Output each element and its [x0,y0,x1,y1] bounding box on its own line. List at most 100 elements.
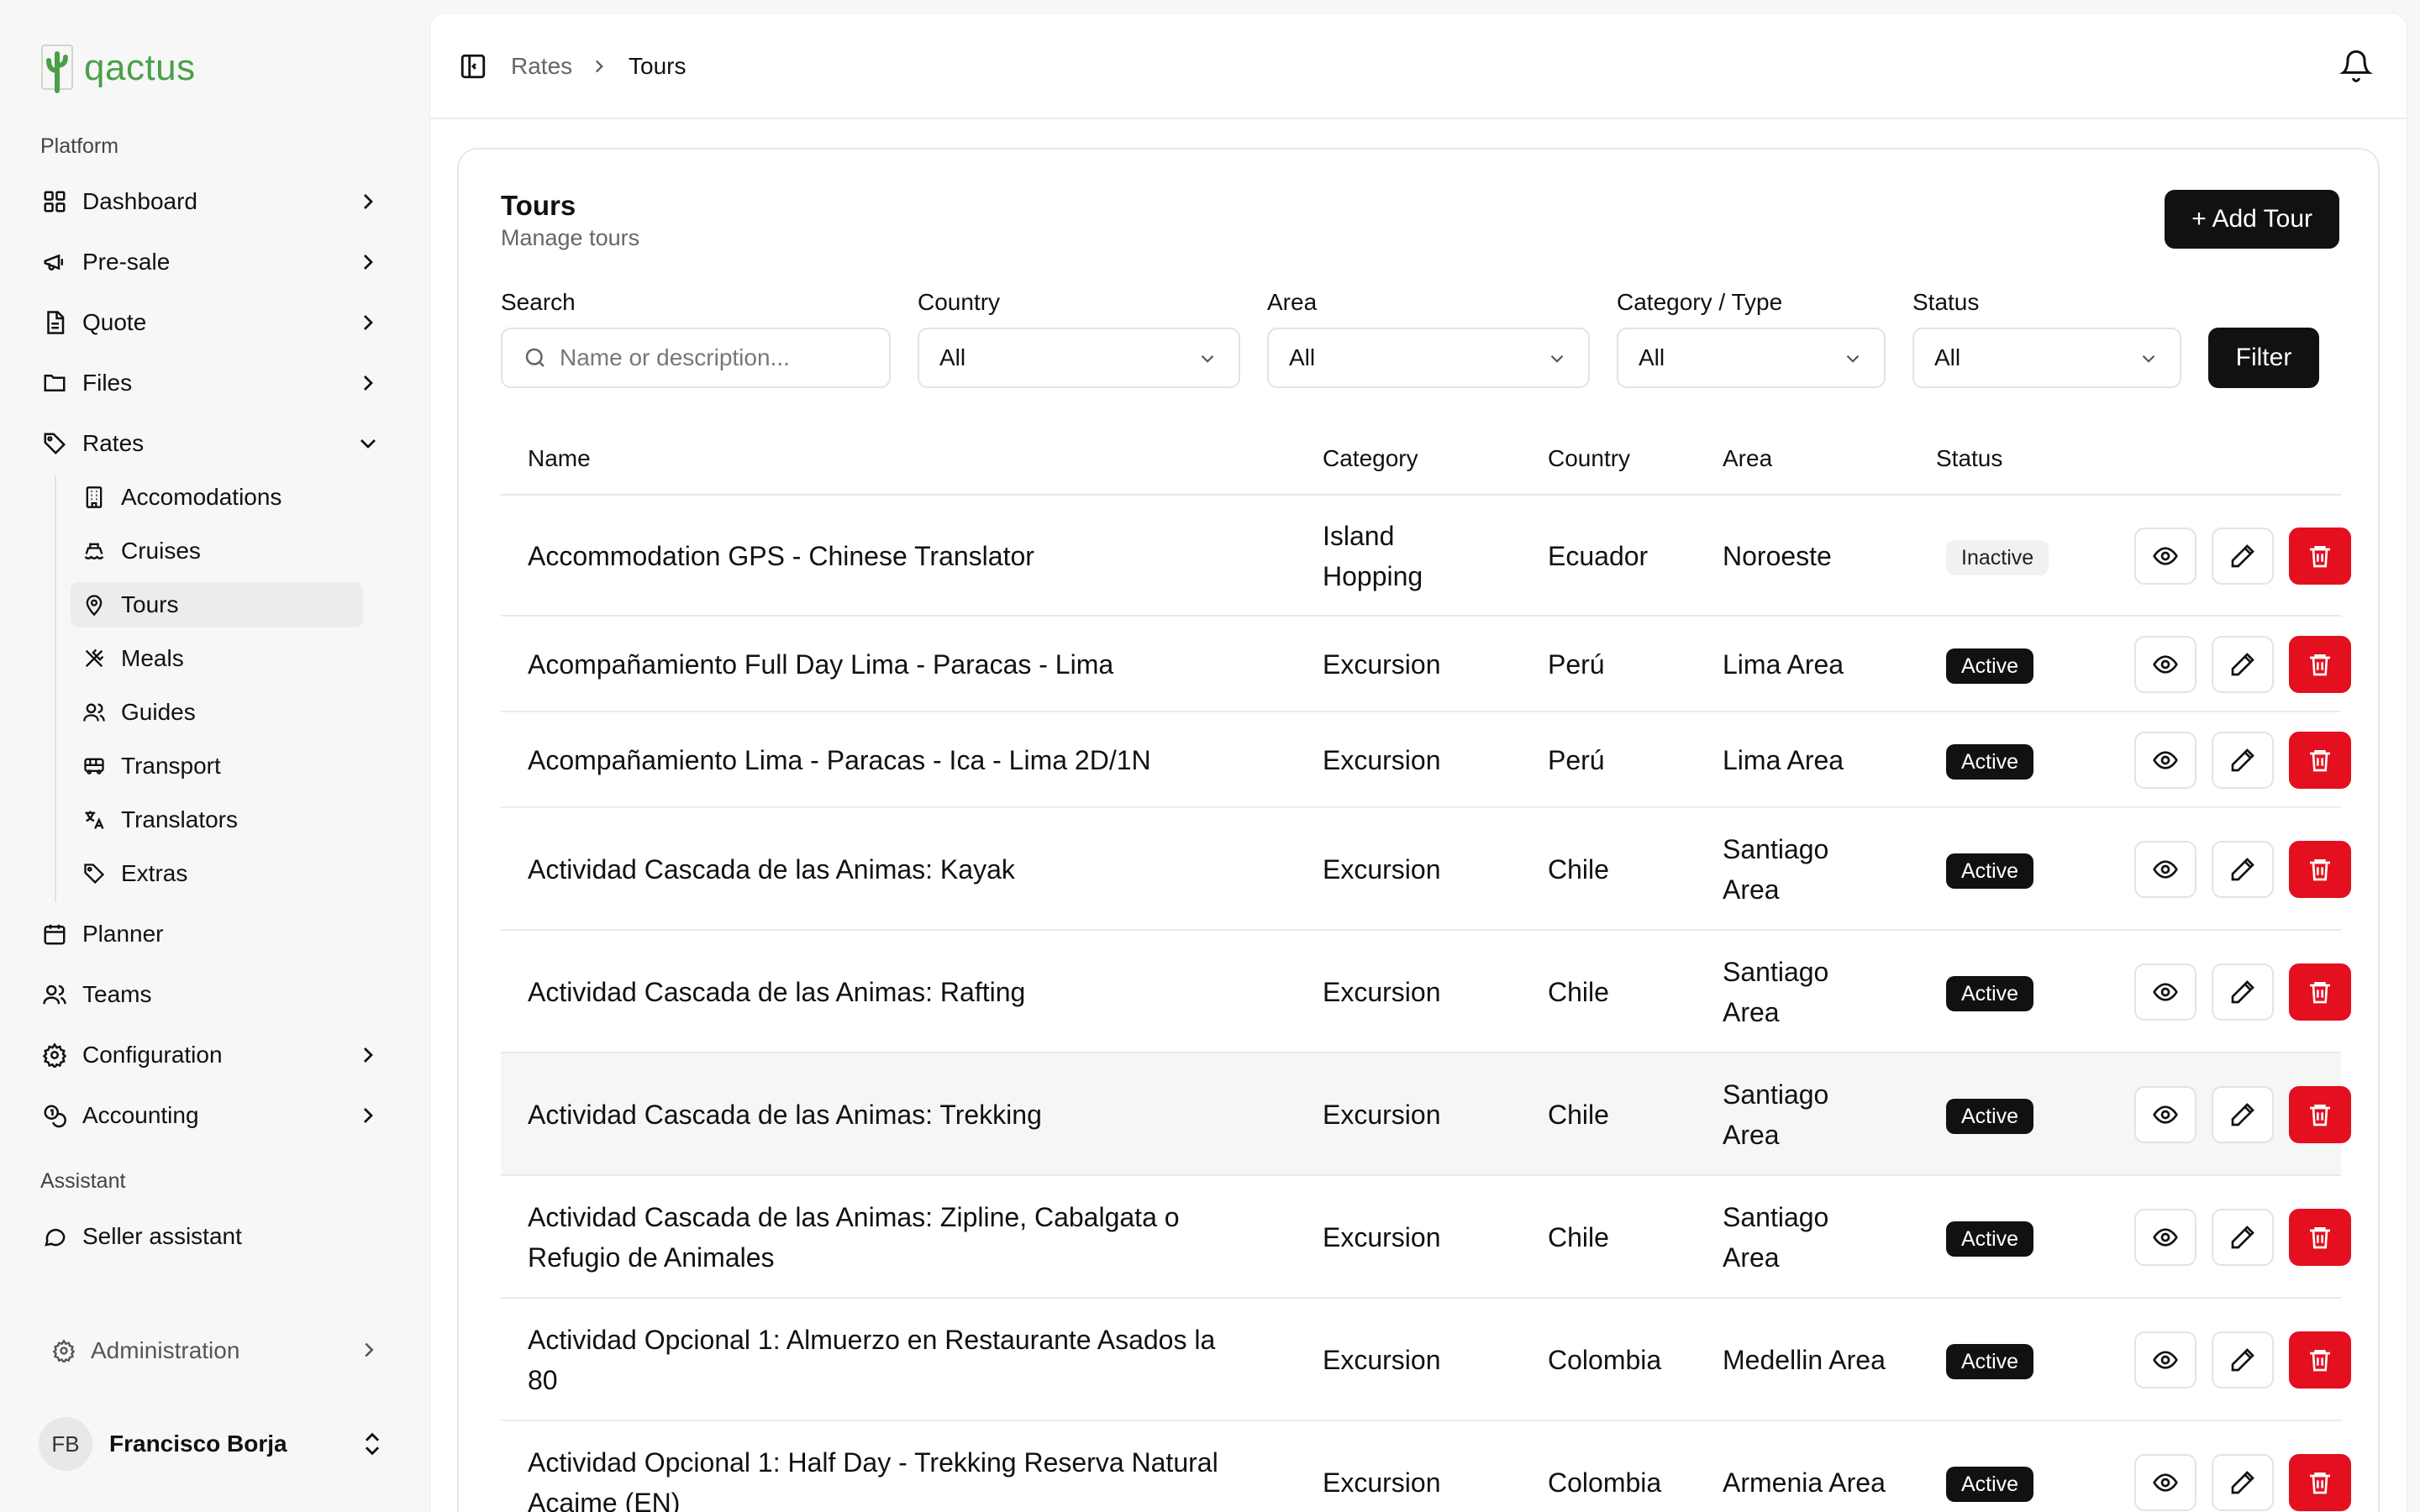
sidebar-subitem-extras[interactable]: Extras [71,851,363,896]
sidebar-item-accounting[interactable]: Accounting [27,1090,398,1141]
sidebar-item-quote[interactable]: Quote [27,297,398,348]
table-row[interactable]: Actividad Cascada de las Animas: Trekkin… [501,1053,2351,1176]
view-button[interactable] [2134,732,2196,789]
sidebar-item-label: Seller assistant [82,1223,242,1249]
delete-button[interactable] [2289,1086,2351,1143]
page-title: Tours [501,190,576,221]
add-tour-button[interactable]: + Add Tour [2165,190,2339,249]
table-row[interactable]: Acompañamiento Lima - Paracas - Ica - Li… [501,712,2351,808]
sidebar: qactus Platform Dashboard Pre-sale Quote [0,0,430,1512]
tours-table: Name Category Country Area Status Accomm… [501,420,2351,1512]
view-button[interactable] [2134,1331,2196,1389]
delete-button[interactable] [2289,636,2351,693]
trash-icon [2307,543,2333,570]
sidebar-subitem-accomodations[interactable]: Accomodations [71,475,363,520]
edit-button[interactable] [2212,841,2274,898]
sidebar-item-label: Administration [91,1337,240,1363]
sidebar-subitem-transport[interactable]: Transport [71,743,363,789]
view-button[interactable] [2134,963,2196,1021]
view-button[interactable] [2134,1209,2196,1266]
filter-button[interactable]: Filter [2208,328,2319,388]
sidebar-item-pre-sale[interactable]: Pre-sale [27,237,398,287]
table-row[interactable]: Accommodation GPS - Chinese Translator Is… [501,496,2351,617]
delete-button[interactable] [2289,963,2351,1021]
eye-icon [2152,1347,2179,1373]
sidebar-item-teams[interactable]: Teams [27,969,398,1020]
sidebar-item-files[interactable]: Files [27,358,398,408]
breadcrumb-tours: Tours [629,53,687,79]
table-row[interactable]: Actividad Cascada de las Animas: Rafting… [501,931,2351,1053]
delete-button[interactable] [2289,1331,2351,1389]
sidebar-item-label: Planner [82,921,164,947]
country-select[interactable]: All [918,328,1240,388]
table-row[interactable]: Actividad Cascada de las Animas: Kayak Ex… [501,808,2351,931]
status-select[interactable]: All [1912,328,2181,388]
cell-category: Excursion [1323,649,1441,680]
area-select[interactable]: All [1267,328,1590,388]
category-select[interactable]: All [1617,328,1886,388]
edit-button[interactable] [2212,732,2274,789]
table-row[interactable]: Actividad Opcional 1: Almuerzo en Restau… [501,1299,2351,1421]
bell-icon[interactable] [2339,49,2373,82]
column-header-country[interactable]: Country [1548,445,1630,472]
sidebar-subitem-translators[interactable]: Translators [71,797,363,843]
table-row[interactable]: Actividad Cascada de las Animas: Zipline… [501,1176,2351,1299]
status-badge: Inactive [1946,540,2049,575]
search-field[interactable] [501,328,891,388]
delete-button[interactable] [2289,732,2351,789]
sidebar-item-label: Quote [82,309,147,335]
edit-button[interactable] [2212,1209,2274,1266]
sidebar-toggle-icon[interactable] [459,52,487,81]
delete-button[interactable] [2289,841,2351,898]
chevron-down-icon [1201,354,1214,363]
column-header-status[interactable]: Status [1936,445,2002,472]
column-header-area[interactable]: Area [1723,445,1772,472]
edit-button[interactable] [2212,528,2274,585]
view-button[interactable] [2134,528,2196,585]
edit-button[interactable] [2212,1454,2274,1511]
coins-icon [40,1101,69,1130]
sidebar-subitem-label: Accomodations [121,484,282,510]
brand-name: qactus [84,47,196,88]
edit-button[interactable] [2212,1331,2274,1389]
sidebar-subitem-meals[interactable]: Meals [71,636,363,681]
document-icon [40,308,69,337]
sidebar-item-seller-assistant[interactable]: Seller assistant [27,1211,398,1262]
sidebar-item-configuration[interactable]: Configuration [27,1030,398,1080]
table-row[interactable]: Actividad Opcional 1: Half Day - Trekkin… [501,1421,2351,1512]
search-icon [525,348,544,367]
sidebar-subitem-label: Cruises [121,538,201,564]
sidebar-subitem-cruises[interactable]: Cruises [71,528,363,574]
sidebar-subitem-tours[interactable]: Tours [71,582,363,627]
cell-country: Colombia [1548,1345,1662,1375]
brand-logo[interactable]: qactus [39,40,196,96]
sidebar-item-dashboard[interactable]: Dashboard [27,176,398,227]
view-button[interactable] [2134,841,2196,898]
delete-button[interactable] [2289,1454,2351,1511]
edit-button[interactable] [2212,636,2274,693]
edit-button[interactable] [2212,963,2274,1021]
tag-icon [81,860,108,887]
column-header-category[interactable]: Category [1323,445,1418,472]
chevron-right-icon [365,1342,374,1357]
main-content: Rates Tours Tours Manage tours + Add Tou… [430,13,2407,1512]
megaphone-icon [40,248,69,276]
delete-button[interactable] [2289,528,2351,585]
sidebar-item-label: Pre-sale [82,249,171,275]
column-header-name[interactable]: Name [528,445,591,472]
sidebar-item-planner[interactable]: Planner [27,909,398,959]
view-button[interactable] [2134,636,2196,693]
view-button[interactable] [2134,1454,2196,1511]
sidebar-subitem-guides[interactable]: Guides [71,690,363,735]
tours-card: Tours Manage tours + Add Tour Search Cou… [457,148,2380,1512]
delete-button[interactable] [2289,1209,2351,1266]
edit-button[interactable] [2212,1086,2274,1143]
sidebar-item-rates[interactable]: Rates [27,418,398,469]
sidebar-item-administration[interactable]: Administration [39,1326,390,1376]
search-input[interactable] [560,344,871,371]
table-row[interactable]: Acompañamiento Full Day Lima - Paracas -… [501,617,2351,712]
pencil-icon [2229,747,2256,774]
view-button[interactable] [2134,1086,2196,1143]
user-menu[interactable]: FB Francisco Borja [39,1415,392,1473]
breadcrumb-rates[interactable]: Rates [511,52,572,81]
